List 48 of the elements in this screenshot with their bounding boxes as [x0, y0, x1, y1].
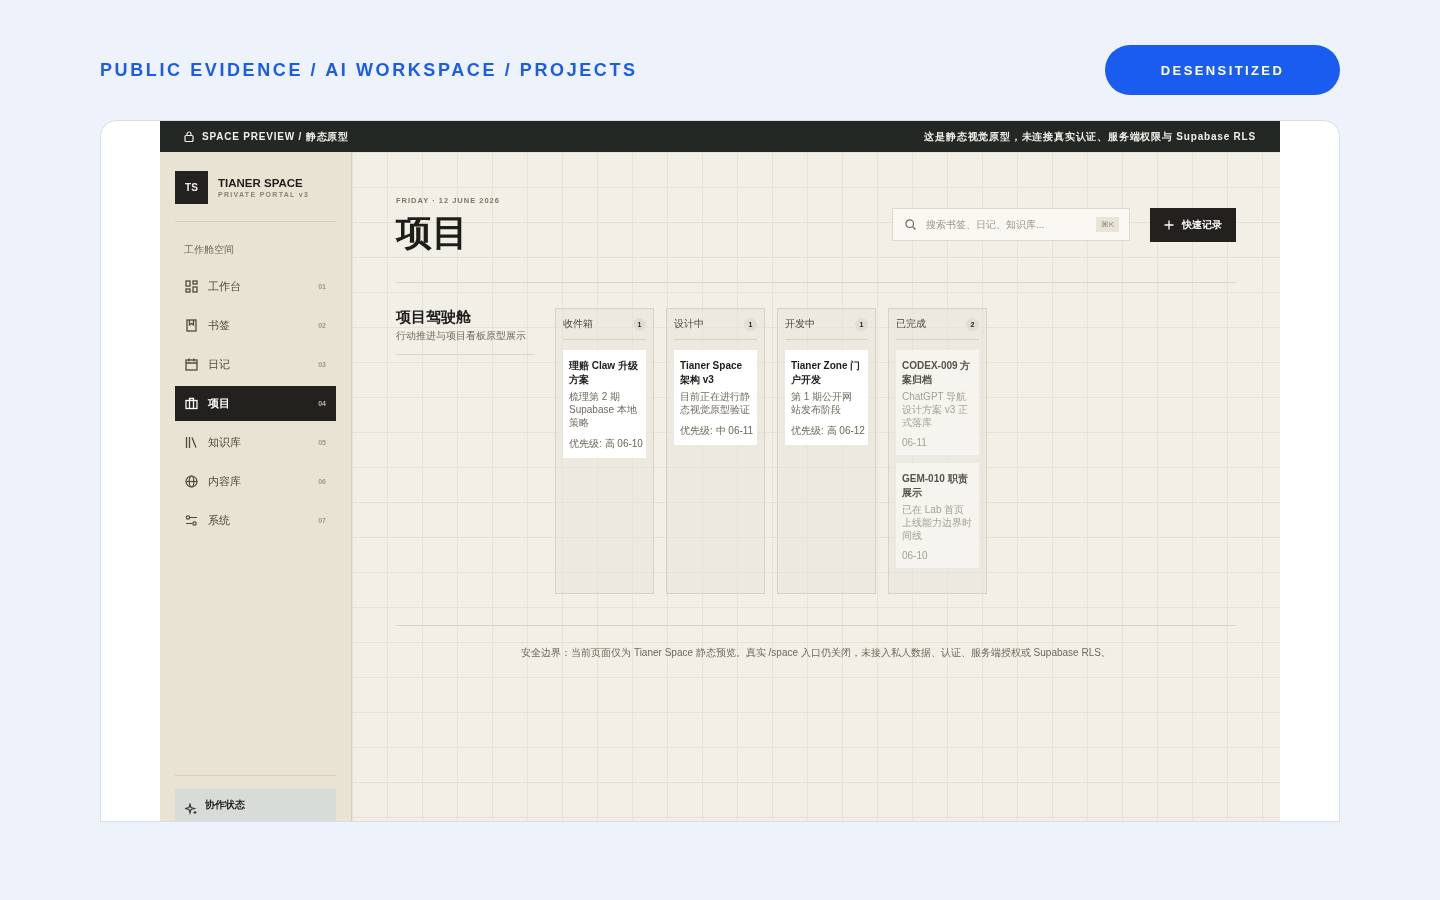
card-meta: 优先级: 中 06-11	[680, 424, 751, 438]
project-card[interactable]: CODEX-009 方案归档 ChatGPT 导航设计方案 v3 正式落库 06-11	[896, 350, 979, 455]
card-description: 梳理第 2 期 Supabase 本地策略	[569, 390, 638, 429]
board-subtitle: 行动推进与项目看板原型展示	[396, 329, 527, 343]
board-title: 项目驾驶舱	[396, 308, 472, 327]
column-title: 已完成	[896, 317, 926, 331]
section-label: 工作舱空间	[184, 243, 235, 257]
card-description: 目前正在进行静态视觉原型验证	[680, 390, 751, 416]
sparkle-icon	[185, 803, 197, 815]
project-card[interactable]: 理赔 Claw 升级方案 梳理第 2 期 Supabase 本地策略 优先级: 高 06-10	[563, 350, 646, 458]
card-meta: 06-11	[902, 437, 928, 448]
top-bar-title: SPACE PREVIEW / 静态原型	[202, 129, 349, 144]
sliders-icon	[185, 514, 198, 527]
brand-name: TIANER SPACE	[218, 177, 304, 189]
project-card[interactable]: Tianer Zone 门户开发 第 1 期公开网站发布阶段 优先级: 高 06-12	[785, 350, 868, 445]
card-description: 已在 Lab 首页上线能力边界时间线	[902, 503, 973, 542]
page-title: 项目	[396, 211, 469, 255]
search-icon	[905, 219, 916, 230]
card-title: CODEX-009 方案归档	[902, 359, 972, 387]
top-bar-notice: 这是静态视觉原型，未连接真实认证、服务端权限与 Supabase RLS	[924, 129, 1256, 144]
project-card[interactable]: Tianer Space 架构 v3 目前正在进行静态视觉原型验证 优先级: 中 06-11	[674, 350, 757, 445]
card-description: ChatGPT 导航设计方案 v3 正式落库	[902, 390, 970, 429]
logo: TS	[175, 171, 208, 204]
quick-record-button[interactable]: 快速记录	[1150, 208, 1236, 242]
card-meta: 06-10	[902, 550, 929, 561]
column-title: 开发中	[785, 317, 815, 331]
status-card: 协作状态	[175, 789, 336, 821]
card-title: GEM-010 职责展示	[902, 472, 969, 500]
column-title: 收件箱	[563, 317, 593, 331]
shortcut-hint: ⌘K	[1095, 217, 1119, 232]
footer-note: 安全边界：当前页面仅为 Tianer Space 静态预览。真实 /space 入口仍关闭，未接入私人数据、认证、服务端授权或 Supabase RLS。	[521, 647, 1111, 658]
project-card[interactable]: GEM-010 职责展示 已在 Lab 首页上线能力边界时间线 06-10	[896, 463, 979, 568]
card-title: 理赔 Claw 升级方案	[569, 359, 639, 387]
grid-icon	[185, 280, 198, 293]
calendar-icon	[185, 358, 198, 371]
bookmark-icon	[185, 319, 198, 332]
briefcase-icon	[185, 397, 198, 410]
card-title: Tianer Space 架构 v3	[680, 359, 744, 387]
plus-icon	[1164, 220, 1174, 230]
column-title: 设计中	[674, 317, 704, 331]
breadcrumb: PUBLIC EVIDENCE / AI WORKSPACE / PROJECTS	[100, 59, 638, 81]
books-icon	[185, 436, 198, 449]
status-badge: DESENSITIZED	[1105, 45, 1340, 95]
card-title: Tianer Zone 门户开发	[791, 359, 862, 387]
lock-icon	[184, 131, 194, 142]
search-input[interactable]: 搜索书签、日记、知识库...	[924, 218, 1088, 231]
globe-icon	[185, 475, 198, 488]
card-description: 第 1 期公开网站发布阶段	[791, 390, 854, 416]
